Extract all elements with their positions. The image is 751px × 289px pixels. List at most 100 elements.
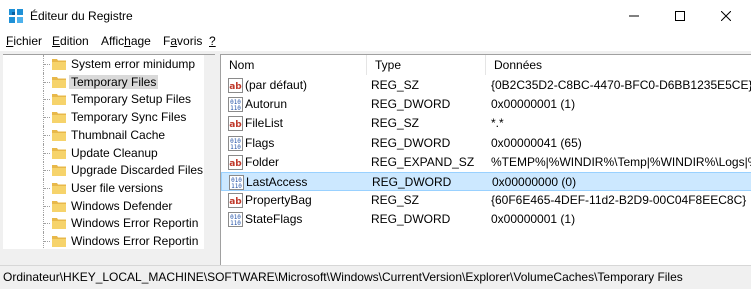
tree-item[interactable]: Windows Error Reportin xyxy=(3,232,203,250)
window-title: Éditeur du Registre xyxy=(30,9,133,23)
value-type: REG_SZ xyxy=(371,78,420,92)
key-path: Ordinateur\HKEY_LOCAL_MACHINE\SOFTWARE\M… xyxy=(3,270,683,284)
string-value-icon: ab xyxy=(228,78,243,93)
close-icon xyxy=(721,10,731,21)
binary-value-icon: 010 110 xyxy=(229,175,244,190)
tree-item-label: Windows Error Reportin xyxy=(71,216,199,231)
tree-item-label: Upgrade Discarded Files xyxy=(71,163,204,178)
svg-text:ab: ab xyxy=(229,82,242,92)
value-row[interactable]: 010 110 StateFlags REG_DWORD 0x00000001 (1) xyxy=(221,210,751,229)
value-data: 0x00000001 (1) xyxy=(491,97,576,112)
menu-help[interactable]: ? xyxy=(209,34,216,48)
menu-favoris[interactable]: Favoris xyxy=(163,34,202,48)
tree-item[interactable]: Temporary Files xyxy=(3,72,203,91)
status-bar: Ordinateur\HKEY_LOCAL_MACHINE\SOFTWARE\M… xyxy=(0,265,751,289)
folder-icon xyxy=(52,57,66,70)
value-row[interactable]: 010 110 Autorun REG_DWORD 0x00000001 (1) xyxy=(221,95,751,114)
svg-text:110: 110 xyxy=(230,105,241,112)
tree-line xyxy=(44,81,50,83)
column-header-name[interactable]: Nom xyxy=(221,55,367,75)
value-row[interactable]: 010 110 LastAccess REG_DWORD 0x00000000 (0) xyxy=(221,172,751,191)
folder-icon xyxy=(52,110,66,124)
maximize-icon xyxy=(675,10,685,21)
folder-icon xyxy=(52,92,66,106)
close-button[interactable] xyxy=(703,0,749,31)
minimize-icon xyxy=(629,15,639,16)
tree-item-label: Temporary Setup Files xyxy=(71,92,192,107)
tree-line xyxy=(44,170,50,172)
value-type: REG_DWORD xyxy=(371,135,451,150)
tree-item-label: Windows Error Reportin xyxy=(71,234,199,248)
value-name: StateFlags xyxy=(245,212,303,227)
menu-edition[interactable]: Edition xyxy=(52,34,89,48)
tree-item[interactable]: Upgrade Discarded Files xyxy=(3,161,204,180)
binary-value-icon: 010 110 xyxy=(228,212,243,228)
value-data: 0x00000001 (1) xyxy=(491,212,576,227)
value-row[interactable]: 010 110 Flags REG_DWORD 0x00000041 (65) xyxy=(221,134,751,153)
value-row[interactable]: ab FileList REG_SZ *.* xyxy=(221,114,751,133)
title-bar[interactable]: Éditeur du Registre xyxy=(0,0,751,31)
minimize-button[interactable] xyxy=(611,0,657,31)
value-data: {0B2C35D2-C8BC-4470-BFC0-D6BB1235E5CE} xyxy=(491,78,751,92)
value-data: {60F6E465-4DEF-11d2-B2D9-00C04F8EEC8C} xyxy=(491,193,747,208)
tree-item-label: Update Cleanup xyxy=(71,145,158,160)
svg-text:ab: ab xyxy=(229,197,242,207)
column-header-type[interactable]: Type xyxy=(367,55,486,75)
tree-item[interactable]: Temporary Sync Files xyxy=(3,108,203,127)
folder-icon xyxy=(52,216,66,230)
value-name: FileList xyxy=(245,116,284,131)
tree-item[interactable]: Temporary Setup Files xyxy=(3,90,203,109)
tree-item-label: Temporary Files xyxy=(69,74,159,89)
values-list-pane[interactable]: Nom Type Données ab (par défaut) REG_SZ {0B… xyxy=(220,54,751,266)
tree-item-label: System error minidump xyxy=(71,57,196,71)
tree-item-label: Windows Defender xyxy=(71,198,173,213)
menu-fichier[interactable]: Fichier xyxy=(6,34,42,48)
tree-item-label: User file versions xyxy=(71,180,164,195)
tree-item[interactable]: Windows Defender xyxy=(3,196,203,215)
value-type: REG_DWORD xyxy=(372,175,452,189)
folder-icon xyxy=(52,128,66,141)
value-name: LastAccess xyxy=(246,175,308,189)
value-data: 0x00000041 (65) xyxy=(491,135,582,150)
string-value-icon: ab xyxy=(228,193,243,209)
tree-item[interactable]: Update Cleanup xyxy=(3,143,203,162)
folder-icon xyxy=(52,163,66,177)
column-header-data[interactable]: Données xyxy=(486,55,751,75)
menu-affichage[interactable]: Affichage xyxy=(101,34,151,48)
folder-icon xyxy=(52,199,66,212)
tree-item-label: Temporary Sync Files xyxy=(71,110,187,125)
tree-item-label: Thumbnail Cache xyxy=(71,127,166,142)
value-row[interactable]: ab Folder REG_EXPAND_SZ %TEMP%|%WINDIR%\Tem… xyxy=(221,153,751,172)
key-tree-pane[interactable]: System error minidump Temporary Files Temp… xyxy=(3,54,215,266)
tree-line xyxy=(44,241,50,242)
tree-line xyxy=(44,205,50,207)
folder-icon xyxy=(52,146,66,159)
value-name: Flags xyxy=(245,135,275,150)
tree-item[interactable]: Thumbnail Cache xyxy=(3,125,203,144)
folder-icon xyxy=(52,234,66,247)
tree-item[interactable]: Windows Error Reportin xyxy=(3,214,203,233)
string-value-icon: ab xyxy=(228,154,243,170)
main-area: System error minidump Temporary Files Temp… xyxy=(0,51,751,266)
string-value-icon: ab xyxy=(228,116,243,132)
value-type: REG_DWORD xyxy=(371,212,451,227)
value-row[interactable]: ab (par défaut) REG_SZ {0B2C35D2-C8BC-4470-… xyxy=(221,76,751,95)
svg-text:110: 110 xyxy=(230,220,241,227)
value-name: Autorun xyxy=(245,97,288,112)
tree-vertical-scrollbar[interactable] xyxy=(204,55,215,249)
value-data: *.* xyxy=(491,116,504,131)
tree-horizontal-scrollbar[interactable] xyxy=(3,249,215,266)
tree-item[interactable]: User file versions xyxy=(3,178,203,197)
tree-item[interactable]: System error minidump xyxy=(3,55,203,73)
value-type: REG_DWORD xyxy=(371,97,451,112)
registry-editor-icon xyxy=(9,9,23,23)
binary-value-icon: 010 110 xyxy=(228,135,243,151)
tree-line xyxy=(44,117,50,119)
maximize-button[interactable] xyxy=(657,0,703,31)
tree-line xyxy=(44,134,50,136)
value-type: REG_SZ xyxy=(371,193,420,208)
value-row[interactable]: ab PropertyBag REG_SZ {60F6E465-4DEF-11d2-B… xyxy=(221,191,751,210)
tree-line xyxy=(44,187,50,189)
folder-icon xyxy=(52,181,66,194)
value-data: 0x00000000 (0) xyxy=(492,175,577,189)
